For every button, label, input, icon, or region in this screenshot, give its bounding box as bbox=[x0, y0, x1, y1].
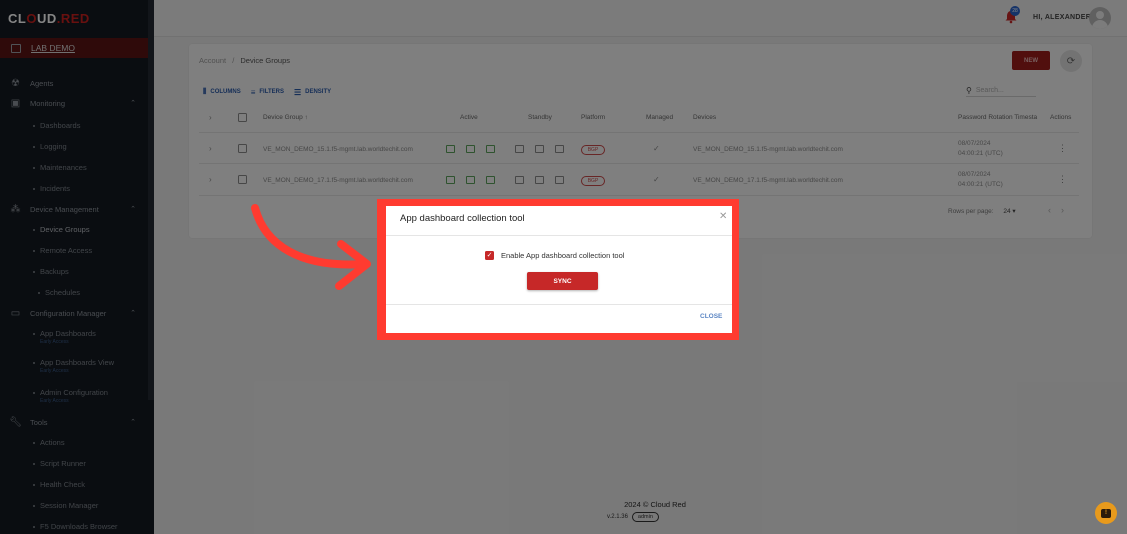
divider bbox=[386, 304, 732, 305]
app-dashboard-collection-dialog bbox=[386, 206, 732, 333]
chat-icon: ! bbox=[1101, 508, 1111, 518]
divider bbox=[386, 235, 732, 236]
close-icon[interactable]: ✕ bbox=[719, 211, 727, 222]
annotation-arrow-icon bbox=[251, 204, 371, 290]
dialog-title: App dashboard collection tool bbox=[400, 213, 525, 224]
close-button[interactable]: CLOSE bbox=[700, 313, 722, 320]
chat-widget-button[interactable]: ! bbox=[1095, 502, 1117, 524]
sync-button[interactable]: SYNC bbox=[527, 272, 598, 290]
enable-collection-label[interactable]: Enable App dashboard collection tool bbox=[501, 251, 624, 260]
enable-collection-checkbox[interactable]: ✓ bbox=[485, 251, 494, 260]
